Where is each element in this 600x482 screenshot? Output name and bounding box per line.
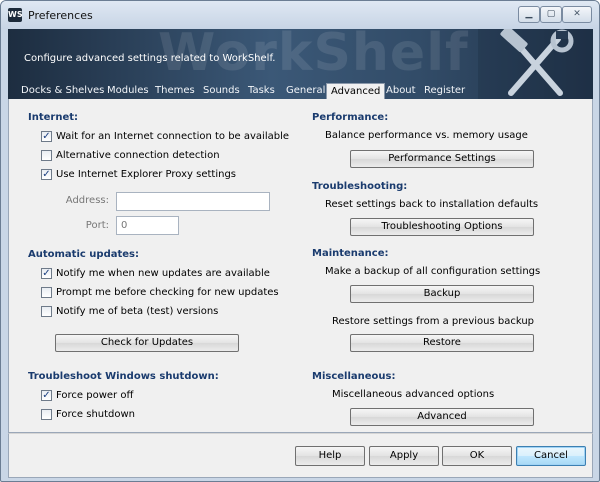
ie-proxy-option[interactable]: ✓ Use Internet Explorer Proxy settings (41, 167, 236, 181)
minimize-icon: ▁ (525, 9, 533, 19)
force-power-off-option[interactable]: ✓ Force power off (41, 388, 133, 402)
address-input[interactable] (116, 192, 270, 211)
performance-description: Balance performance vs. memory usage (325, 130, 528, 141)
maximize-icon: ▢ (546, 9, 556, 19)
help-button[interactable]: Help (295, 446, 365, 466)
close-icon: ✕ (573, 9, 581, 19)
tab-sounds[interactable]: Sounds (203, 85, 240, 99)
banner-description: Configure advanced settings related to W… (24, 53, 276, 64)
tab-tasks[interactable]: Tasks (248, 85, 275, 99)
force-shutdown-label: Force shutdown (56, 408, 136, 420)
ie-proxy-label: Use Internet Explorer Proxy settings (56, 168, 237, 180)
tab-register[interactable]: Register (424, 85, 465, 99)
tab-strip: Docks & Shelves Modules Themes Sounds Ta… (8, 83, 593, 101)
tab-general[interactable]: General (286, 85, 325, 99)
ie-proxy-checkbox[interactable]: ✓ (41, 168, 52, 180)
dialog-footer: Help Apply OK Cancel (8, 433, 593, 478)
performance-settings-button[interactable]: Performance Settings (350, 150, 534, 168)
port-label: Port: (85, 220, 109, 231)
prompt-before-check-checkbox[interactable] (41, 286, 52, 298)
beta-versions-option[interactable]: Notify me of beta (test) versions (41, 304, 218, 318)
alt-detection-checkbox[interactable] (41, 149, 52, 161)
beta-versions-label: Notify me of beta (test) versions (56, 305, 219, 317)
updates-section-title: Automatic updates: (28, 249, 139, 260)
maximize-button[interactable]: ▢ (540, 6, 562, 23)
maintenance-section-title: Maintenance: (312, 248, 389, 259)
wait-internet-label: Wait for an Internet connection to be av… (56, 130, 290, 142)
force-shutdown-checkbox[interactable] (41, 408, 52, 420)
alt-detection-option[interactable]: Alternative connection detection (41, 148, 220, 162)
prompt-before-check-option[interactable]: Prompt me before checking for new update… (41, 285, 279, 299)
wait-internet-option[interactable]: ✓ Wait for an Internet connection to be … (41, 129, 289, 143)
force-power-off-checkbox[interactable]: ✓ (41, 389, 52, 401)
backup-description: Make a backup of all configuration setti… (325, 266, 541, 277)
cancel-button[interactable]: Cancel (516, 446, 586, 466)
port-input[interactable] (116, 216, 179, 235)
troubleshooting-description: Reset settings back to installation defa… (325, 199, 539, 210)
app-icon: WS (8, 8, 23, 22)
restore-description: Restore settings from a previous backup (332, 316, 535, 327)
restore-button[interactable]: Restore (350, 334, 534, 352)
ok-button[interactable]: OK (442, 446, 512, 466)
notify-updates-checkbox[interactable]: ✓ (41, 267, 52, 279)
advanced-panel: Internet: ✓ Wait for an Internet connect… (8, 99, 593, 433)
wait-internet-checkbox[interactable]: ✓ (41, 130, 52, 142)
notify-updates-label: Notify me when new updates are available (56, 267, 270, 279)
beta-versions-checkbox[interactable] (41, 305, 52, 317)
close-button[interactable]: ✕ (562, 6, 592, 23)
notify-updates-option[interactable]: ✓ Notify me when new updates are availab… (41, 266, 270, 280)
alt-detection-label: Alternative connection detection (56, 149, 220, 161)
troubleshooting-options-button[interactable]: Troubleshooting Options (350, 218, 534, 236)
force-power-off-label: Force power off (56, 389, 134, 401)
performance-section-title: Performance: (312, 112, 389, 123)
troubleshooting-section-title: Troubleshooting: (312, 181, 408, 192)
shutdown-section-title: Troubleshoot Windows shutdown: (28, 371, 219, 382)
advanced-options-button[interactable]: Advanced (350, 408, 534, 426)
internet-section-title: Internet: (28, 112, 79, 123)
window-title: Preferences (28, 9, 93, 22)
tab-about[interactable]: About (386, 85, 416, 99)
backup-button[interactable]: Backup (350, 285, 534, 303)
prompt-before-check-label: Prompt me before checking for new update… (56, 286, 279, 298)
tab-themes[interactable]: Themes (155, 85, 195, 99)
check-updates-button[interactable]: Check for Updates (55, 334, 239, 352)
tab-modules[interactable]: Modules (107, 85, 149, 99)
apply-button[interactable]: Apply (369, 446, 439, 466)
force-shutdown-option[interactable]: Force shutdown (41, 407, 135, 421)
miscellaneous-description: Miscellaneous advanced options (332, 389, 495, 400)
preferences-window: WS Preferences ▁ ▢ ✕ WorkShelf Configure… (0, 0, 600, 482)
tab-docks-shelves[interactable]: Docks & Shelves (21, 85, 104, 99)
address-label: Address: (65, 195, 109, 206)
minimize-button[interactable]: ▁ (518, 6, 540, 23)
miscellaneous-section-title: Miscellaneous: (312, 371, 396, 382)
title-bar[interactable]: WS Preferences ▁ ▢ ✕ (1, 1, 599, 29)
